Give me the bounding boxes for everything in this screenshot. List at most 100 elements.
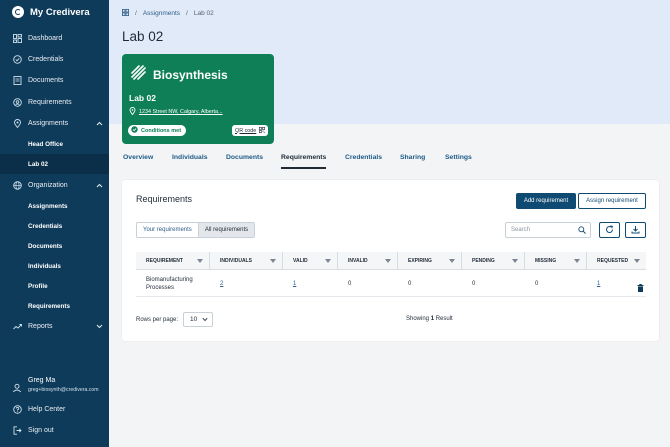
user-avatar-icon [12,380,22,398]
column-menu-icon[interactable] [512,258,518,264]
sidebar-item-label: Head Office [28,140,63,148]
biosynthesis-logo-icon [130,64,147,86]
chevron-down-icon[interactable] [95,322,103,330]
sidebar-item-label: Sign out [28,426,54,434]
column-header-requested[interactable]: REQUESTED [587,252,646,270]
search-icon[interactable] [578,226,586,236]
result-suffix: Result [435,316,453,322]
sidebar-item-lab-02[interactable]: Lab 02 [0,154,109,174]
tab-documents[interactable]: Documents [226,150,263,169]
sidebar-item-sign-out[interactable]: Sign out [0,420,109,440]
download-button[interactable] [625,222,646,238]
column-header-individuals[interactable]: INDIVIDUALS [210,252,283,270]
cell-individuals: 2 [210,270,223,297]
breadcrumb-link-assignments[interactable]: Assignments [143,10,180,17]
sidebar-item-organization[interactable]: Organization [0,175,109,195]
tab-credentials[interactable]: Credentials [345,150,382,169]
sidebar-item-label: Credentials [28,55,64,63]
column-header-label: VALID [293,258,308,264]
breadcrumb-current: Lab 02 [193,10,214,17]
column-menu-icon[interactable] [325,258,331,264]
sidebar-item-help-center[interactable]: Help Center [0,399,109,419]
toggle-your-requirements[interactable]: Your requirements [137,223,198,237]
trend-icon [12,321,22,331]
sidebar-item-label: Documents [28,242,63,250]
column-menu-icon[interactable] [270,258,276,264]
brand[interactable]: My Credivera [12,6,90,18]
requested-count-link[interactable]: 1 [597,281,600,287]
sidebar-item-org-documents[interactable]: Documents [0,236,109,256]
tab-sharing[interactable]: Sharing [400,150,425,169]
requirements-filter-toggle: Your requirements All requirements [136,222,256,238]
cell-missing: 0 [535,280,539,287]
breadcrumb-separator: / [135,10,137,17]
sidebar-item-org-credentials[interactable]: Credentials [0,216,109,236]
sidebar-item-org-assignments[interactable]: Assignments [0,196,109,216]
add-requirement-button[interactable]: Add requirement [516,193,576,209]
dashboard-icon [12,33,22,43]
sidebar-item-label: Requirements [28,302,70,310]
rows-per-page-select[interactable]: 10 [183,312,214,327]
sidebar-item-org-requirements[interactable]: Requirements [0,296,109,316]
column-header-requirement[interactable]: REQUIREMENT [136,252,210,270]
sidebar-item-org-individuals[interactable]: Individuals [0,256,109,276]
document-icon [12,75,22,85]
sidebar: My Credivera Dashboard Credentials Docum… [0,0,109,447]
column-header-label: REQUIREMENT [146,258,183,264]
delete-icon[interactable] [637,279,644,297]
sidebar-item-label: Help Center [28,405,66,413]
column-menu-icon[interactable] [574,258,580,264]
card-address[interactable]: 1234 Street NW, Calgary, Alberta... [129,107,223,117]
column-header-valid[interactable]: VALID [283,252,338,270]
home-grid-icon[interactable] [122,9,129,18]
page-title: Lab 02 [122,29,164,44]
card-address-text: 1234 Street NW, Calgary, Alberta... [139,109,223,115]
location-pin-icon [129,107,136,117]
chevron-down-icon [202,317,208,324]
column-menu-icon[interactable] [449,258,455,264]
chevron-up-icon[interactable] [95,181,103,189]
search-placeholder: Search [511,227,531,233]
chevron-up-icon[interactable] [95,119,103,127]
assign-requirement-button[interactable]: Assign requirement [578,193,646,209]
requirements-panel: Requirements Add requirement Assign requ… [122,180,659,341]
tab-settings[interactable]: Settings [445,150,472,169]
sidebar-item-documents[interactable]: Documents [0,70,109,90]
cell-valid: 1 [283,270,296,297]
qr-code-button[interactable]: QR code [232,125,269,136]
column-menu-icon[interactable] [197,258,203,264]
tab-requirements[interactable]: Requirements [281,150,327,169]
sidebar-item-label: Assignments [28,119,69,127]
column-header-label: MISSING [535,258,557,264]
tab-overview[interactable]: Overview [123,150,153,169]
individuals-count-link[interactable]: 2 [220,281,223,287]
help-icon [12,404,22,414]
sidebar-item-assignments[interactable]: Assignments [0,113,109,133]
rows-per-page-value: 10 [190,316,198,323]
sidebar-item-head-office[interactable]: Head Office [0,134,109,154]
sidebar-item-credentials[interactable]: Credentials [0,49,109,69]
card-title: Lab 02 [129,93,156,103]
column-header-missing[interactable]: MISSING [525,252,587,270]
download-icon [631,221,640,239]
valid-count-link[interactable]: 1 [293,281,296,287]
column-header-pending[interactable]: PENDING [462,252,525,270]
sidebar-item-dashboard[interactable]: Dashboard [0,28,109,48]
tab-individuals[interactable]: Individuals [172,150,208,169]
column-menu-icon[interactable] [634,258,640,264]
rows-per-page-label: Rows per page: [136,316,179,323]
qr-code-icon [259,126,266,135]
user-profile[interactable]: Greg Ma greg+biosynth@credivera.com [0,374,109,396]
column-header-expiring[interactable]: EXPIRING [398,252,462,270]
toggle-all-requirements[interactable]: All requirements [197,223,255,237]
org-logo: Biosynthesis [130,64,228,86]
sidebar-item-requirements[interactable]: Requirements [0,92,109,112]
column-menu-icon[interactable] [385,258,391,264]
table-row[interactable]: Biomanufacturing Processes 2 1 0 0 0 0 1 [136,270,646,297]
column-header-label: INVALID [348,258,368,264]
sidebar-item-reports[interactable]: Reports [0,316,109,336]
column-header-invalid[interactable]: INVALID [338,252,398,270]
search-input[interactable]: Search [505,222,591,238]
refresh-button[interactable] [599,222,620,238]
sidebar-item-org-profile[interactable]: Profile [0,276,109,296]
